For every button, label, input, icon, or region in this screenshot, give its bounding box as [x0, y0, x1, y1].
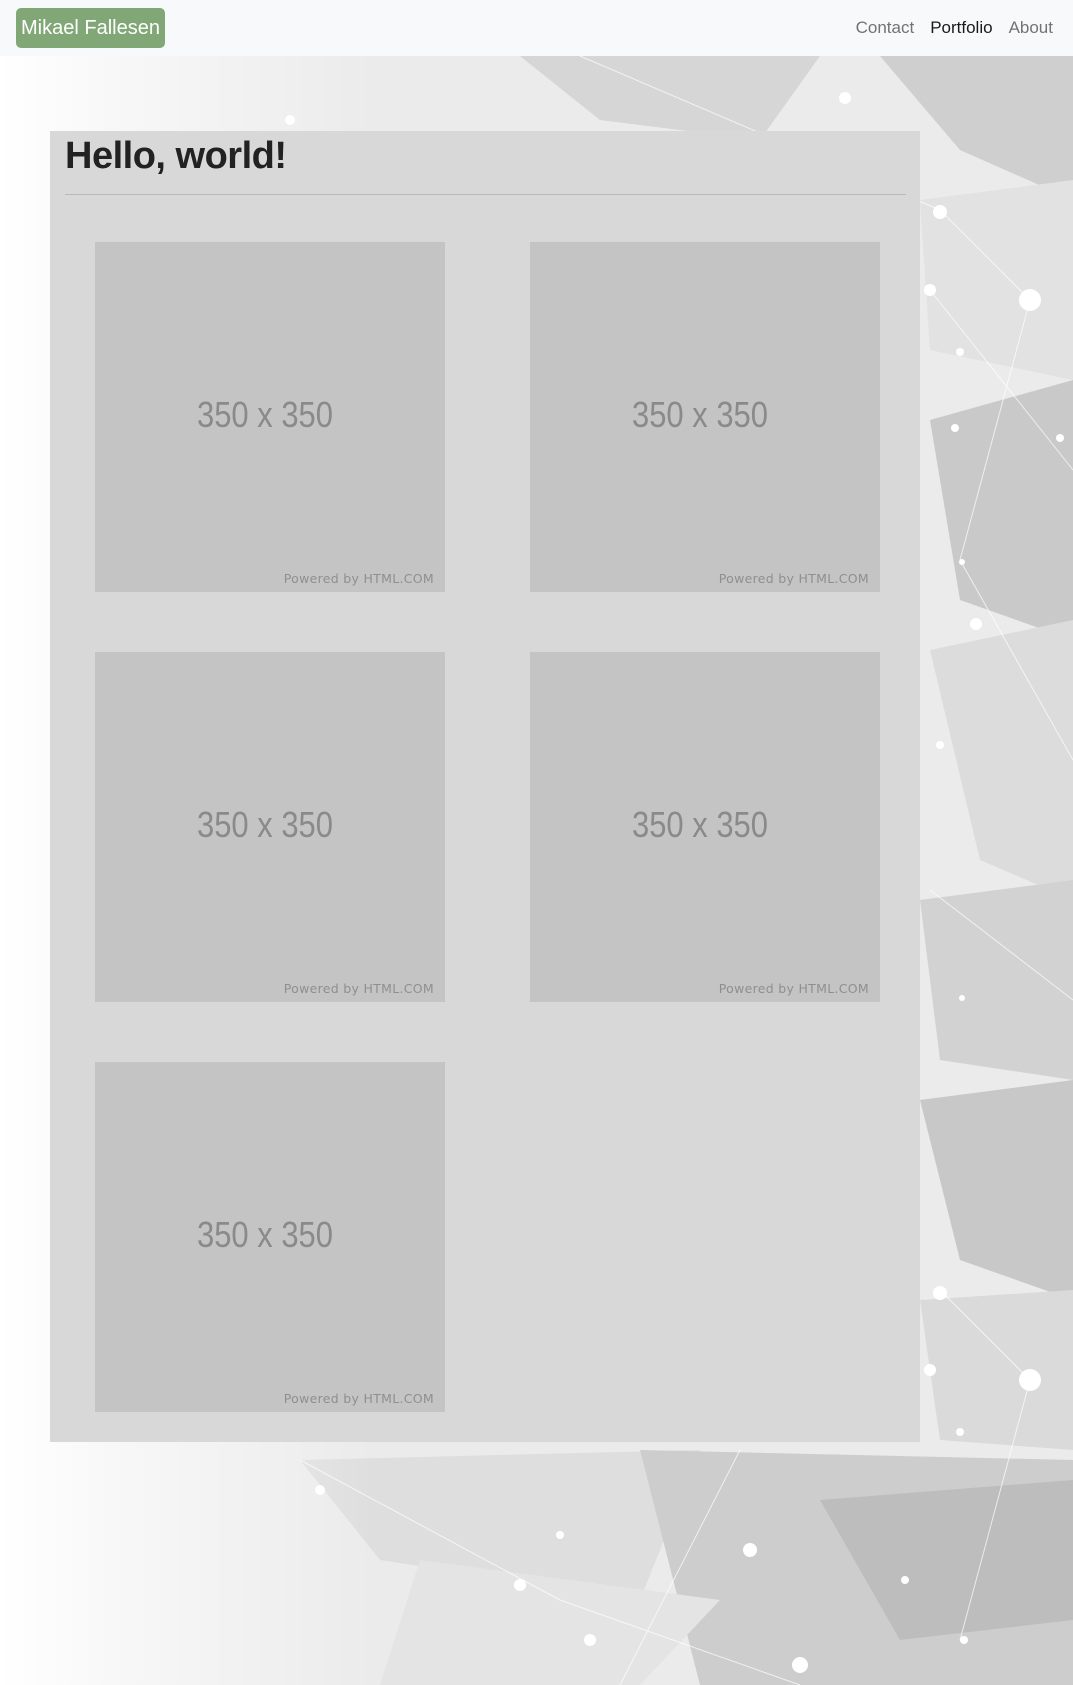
placeholder-credit: Powered by HTML.COM — [283, 1391, 434, 1406]
placeholder-credit: Powered by HTML.COM — [718, 571, 869, 586]
page-heading: Hello, world! — [65, 135, 287, 177]
nav-links: Contact Portfolio About — [840, 0, 1053, 56]
brand-logo-link[interactable]: Mikael Fallesen — [16, 8, 165, 48]
navbar: Mikael Fallesen Contact Portfolio About — [0, 0, 1073, 56]
nav-link-portfolio[interactable]: Portfolio — [930, 18, 992, 38]
placeholder-size-label: 350 x 350 — [196, 394, 333, 435]
placeholder-image: 350 x 350 Powered by HTML.COM — [530, 242, 880, 592]
placeholder-size-label: 350 x 350 — [631, 394, 768, 435]
heading-divider — [65, 194, 906, 195]
placeholder-image: 350 x 350 Powered by HTML.COM — [95, 652, 445, 1002]
placeholder-image: 350 x 350 Powered by HTML.COM — [530, 652, 880, 1002]
placeholder-image: 350 x 350 Powered by HTML.COM — [95, 242, 445, 592]
placeholder-credit: Powered by HTML.COM — [283, 571, 434, 586]
content-panel: Hello, world! 350 x 350 Powered by HTML.… — [50, 131, 920, 1442]
placeholder-size-label: 350 x 350 — [196, 1214, 333, 1255]
placeholder-image: 350 x 350 Powered by HTML.COM — [95, 1062, 445, 1412]
placeholder-size-label: 350 x 350 — [196, 804, 333, 845]
placeholder-credit: Powered by HTML.COM — [718, 981, 869, 996]
placeholder-size-label: 350 x 350 — [631, 804, 768, 845]
placeholder-credit: Powered by HTML.COM — [283, 981, 434, 996]
nav-link-contact[interactable]: Contact — [856, 18, 915, 38]
nav-link-about[interactable]: About — [1009, 18, 1053, 38]
